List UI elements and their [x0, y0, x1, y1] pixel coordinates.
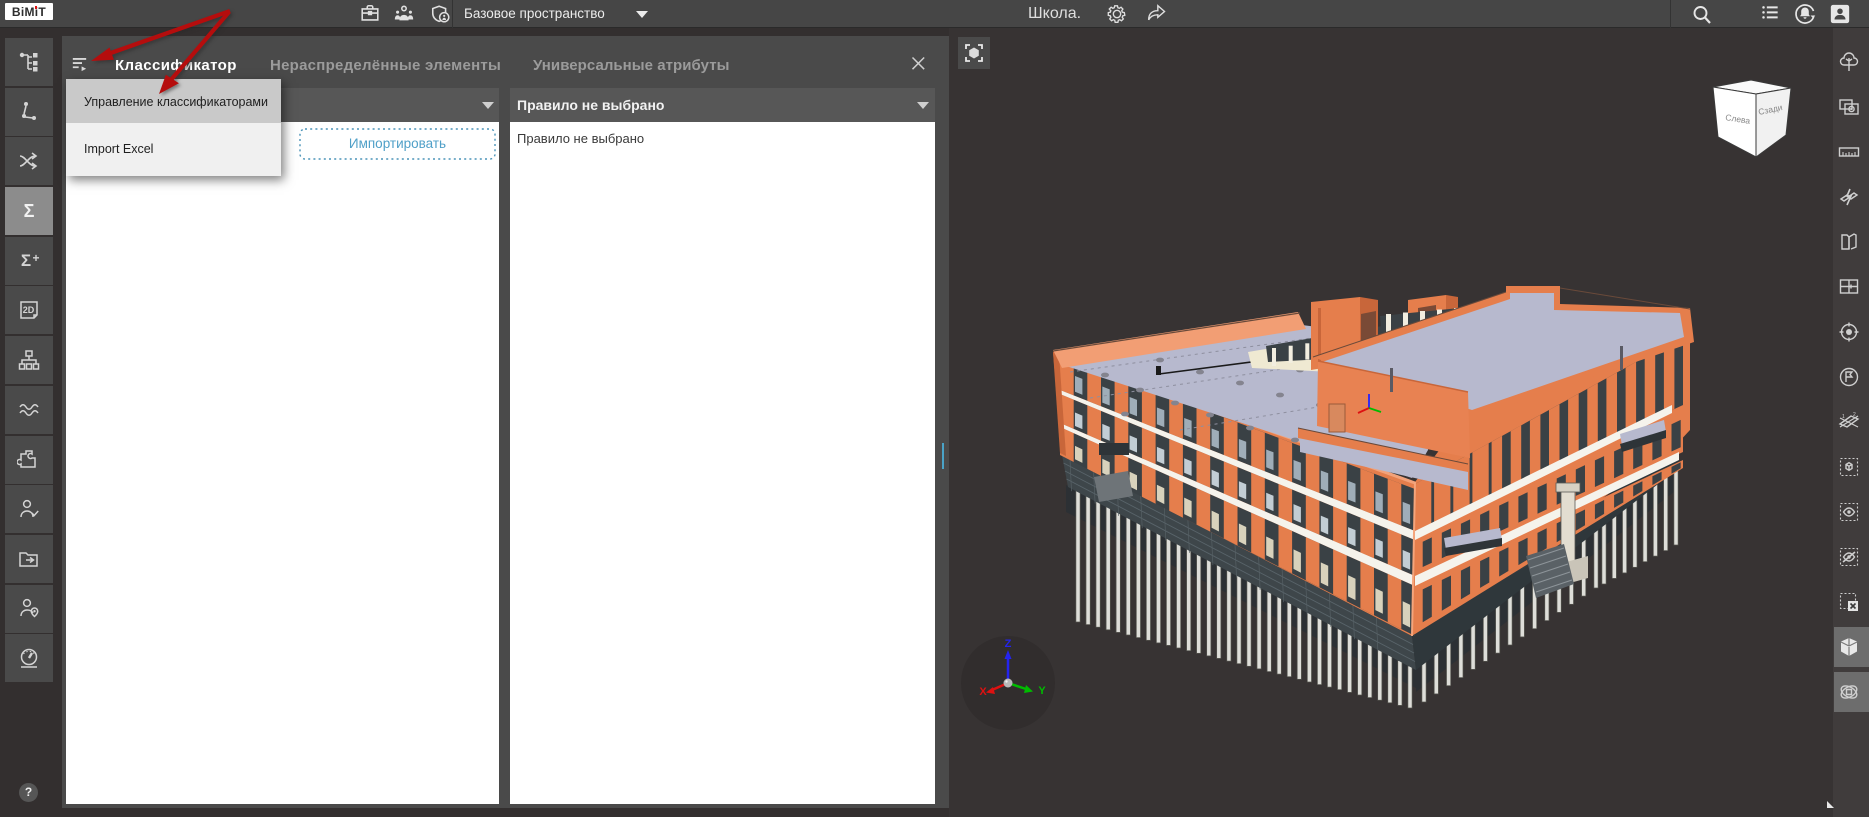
svg-text:+: + — [32, 251, 39, 265]
svg-text:Σ: Σ — [24, 201, 35, 221]
svg-text:2D: 2D — [23, 305, 35, 315]
svg-text:1: 1 — [1842, 414, 1845, 420]
svg-text:Σ: Σ — [21, 251, 31, 270]
svg-text:Z: Z — [1005, 638, 1012, 650]
svg-text:2: 2 — [1853, 412, 1856, 418]
svg-text:Y: Y — [1038, 685, 1046, 697]
svg-text:X: X — [979, 686, 987, 698]
